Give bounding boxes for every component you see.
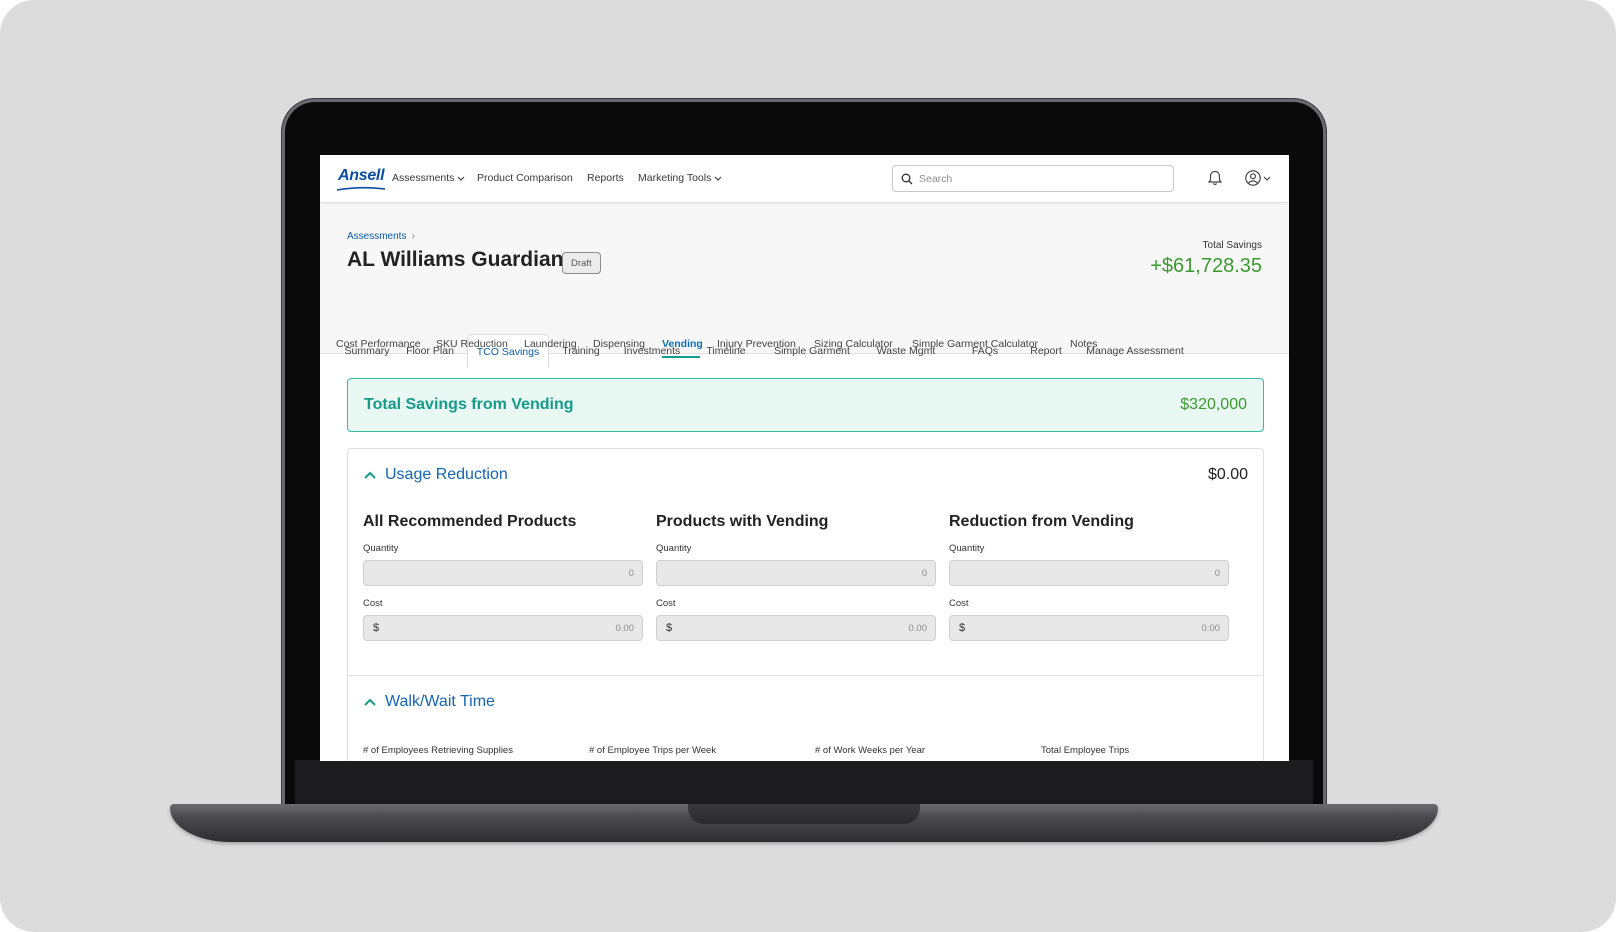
all-recommended-products-column: All Recommended Products Quantity 0 Cost… bbox=[363, 513, 643, 641]
top-navigation: Ansell Assessments Product Comparison Re… bbox=[320, 155, 1289, 202]
quantity-value: 0 bbox=[628, 568, 634, 579]
laptop-notch bbox=[688, 804, 920, 824]
cost-label: Cost bbox=[363, 598, 383, 609]
nav-reports-label: Reports bbox=[587, 172, 624, 184]
quantity-label: Quantity bbox=[949, 543, 985, 554]
subtab-injury-prevention[interactable]: Injury Prevention bbox=[717, 338, 796, 350]
nav-product-comparison-label: Product Comparison bbox=[477, 172, 573, 184]
currency-symbol: $ bbox=[373, 622, 380, 634]
subtab-laundering[interactable]: Laundering bbox=[524, 338, 577, 350]
laptop-bezel bbox=[295, 760, 1313, 806]
column-title: Reduction from Vending bbox=[949, 513, 1134, 530]
banner-value: $320,000 bbox=[1180, 396, 1247, 413]
cost-field[interactable]: $0.00 bbox=[656, 615, 936, 641]
employee-trips-per-week-label: # of Employee Trips per Week bbox=[589, 745, 717, 756]
quantity-field[interactable]: 0 bbox=[656, 560, 936, 586]
work-weeks-per-year-label: # of Work Weeks per Year bbox=[815, 745, 926, 756]
walk-wait-time-title: Walk/Wait Time bbox=[385, 693, 495, 710]
chevron-right-icon: › bbox=[411, 231, 415, 242]
user-avatar-icon bbox=[1245, 170, 1261, 186]
usage-reduction-amount: $0.00 bbox=[1207, 466, 1248, 483]
section-divider bbox=[348, 675, 1263, 676]
banner-title: Total Savings from Vending bbox=[364, 396, 574, 413]
usage-reduction-title: Usage Reduction bbox=[385, 466, 508, 483]
vending-savings-banner: Total Savings from Vending $320,000 bbox=[347, 378, 1264, 432]
reduction-from-vending-column: Reduction from Vending Quantity 0 Cost $… bbox=[949, 513, 1229, 641]
walk-wait-time-toggle[interactable]: Walk/Wait Time bbox=[363, 693, 495, 711]
currency-symbol: $ bbox=[666, 622, 673, 634]
tab-manage-assessment[interactable]: Manage Assessment bbox=[1086, 335, 1184, 367]
subtab-vending[interactable]: Vending bbox=[662, 338, 703, 350]
total-employee-trips-label: Total Employee Trips bbox=[1041, 745, 1130, 756]
total-savings-value: +$61,728.35 bbox=[1150, 255, 1262, 277]
employees-retrieving-supplies-label: # of Employees Retrieving Supplies bbox=[363, 745, 513, 756]
vending-details-panel: Usage Reduction $0.00 All Recommended Pr… bbox=[347, 448, 1264, 761]
quantity-field[interactable]: 0 bbox=[949, 560, 1229, 586]
search-box[interactable] bbox=[892, 165, 1174, 192]
subtab-dispensing[interactable]: Dispensing bbox=[593, 338, 645, 350]
chevron-up-icon bbox=[364, 698, 376, 706]
nav-marketing-tools-label: Marketing Tools bbox=[638, 172, 712, 184]
mockup-background: Ansell Assessments Product Comparison Re… bbox=[0, 0, 1616, 932]
cost-value: 0.00 bbox=[908, 623, 928, 634]
quantity-label: Quantity bbox=[656, 543, 692, 554]
cost-label: Cost bbox=[949, 598, 969, 609]
subtab-sku-reduction[interactable]: SKU Reduction bbox=[436, 338, 508, 350]
breadcrumb: Assessments › bbox=[347, 231, 415, 242]
subtab-cost-performance[interactable]: Cost Performance bbox=[336, 338, 421, 350]
nav-product-comparison[interactable]: Product Comparison bbox=[477, 172, 573, 184]
nav-assessments-label: Assessments bbox=[392, 172, 455, 184]
chevron-down-icon bbox=[458, 176, 465, 181]
subtab-sizing-calculator[interactable]: Sizing Calculator bbox=[814, 338, 893, 350]
subtab-simple-garment-calculator[interactable]: Simple Garment Calculator bbox=[912, 338, 1038, 350]
quantity-value: 0 bbox=[1214, 568, 1220, 579]
quantity-label: Quantity bbox=[363, 543, 399, 554]
currency-symbol: $ bbox=[959, 622, 966, 634]
page-title: AL Williams Guardian bbox=[347, 248, 564, 271]
quantity-value: 0 bbox=[921, 568, 927, 579]
logo-swoosh-icon bbox=[336, 186, 386, 191]
breadcrumb-assessments-link[interactable]: Assessments bbox=[347, 231, 406, 242]
chevron-down-icon bbox=[714, 176, 722, 181]
column-title: Products with Vending bbox=[656, 513, 829, 530]
app-screen: Ansell Assessments Product Comparison Re… bbox=[320, 155, 1289, 761]
chevron-up-icon bbox=[364, 471, 376, 479]
search-icon bbox=[901, 173, 913, 184]
nav-reports[interactable]: Reports bbox=[587, 172, 624, 184]
column-title: All Recommended Products bbox=[363, 513, 577, 530]
bell-icon[interactable] bbox=[1206, 169, 1224, 187]
nav-assessments[interactable]: Assessments bbox=[392, 172, 465, 184]
total-savings-label: Total Savings bbox=[1202, 240, 1262, 251]
nav-marketing-tools[interactable]: Marketing Tools bbox=[638, 172, 722, 184]
subtab-notes[interactable]: Notes bbox=[1070, 338, 1097, 350]
quantity-field[interactable]: 0 bbox=[363, 560, 643, 586]
cost-label: Cost bbox=[656, 598, 676, 609]
assessment-header: Assessments › AL Williams Guardian Draft… bbox=[320, 202, 1289, 368]
user-menu[interactable] bbox=[1244, 169, 1274, 187]
ansell-logo[interactable]: Ansell bbox=[338, 167, 385, 185]
usage-reduction-toggle[interactable]: Usage Reduction bbox=[363, 466, 508, 484]
cost-field[interactable]: $0.00 bbox=[949, 615, 1229, 641]
status-badge: Draft bbox=[562, 252, 601, 274]
products-with-vending-column: Products with Vending Quantity 0 Cost $0… bbox=[656, 513, 936, 641]
search-input[interactable] bbox=[919, 172, 1159, 185]
chevron-down-icon bbox=[1263, 176, 1271, 181]
cost-field[interactable]: $0.00 bbox=[363, 615, 643, 641]
cost-value: 0.00 bbox=[1201, 623, 1221, 634]
active-subtab-indicator bbox=[662, 356, 700, 358]
cost-value: 0.00 bbox=[615, 623, 635, 634]
